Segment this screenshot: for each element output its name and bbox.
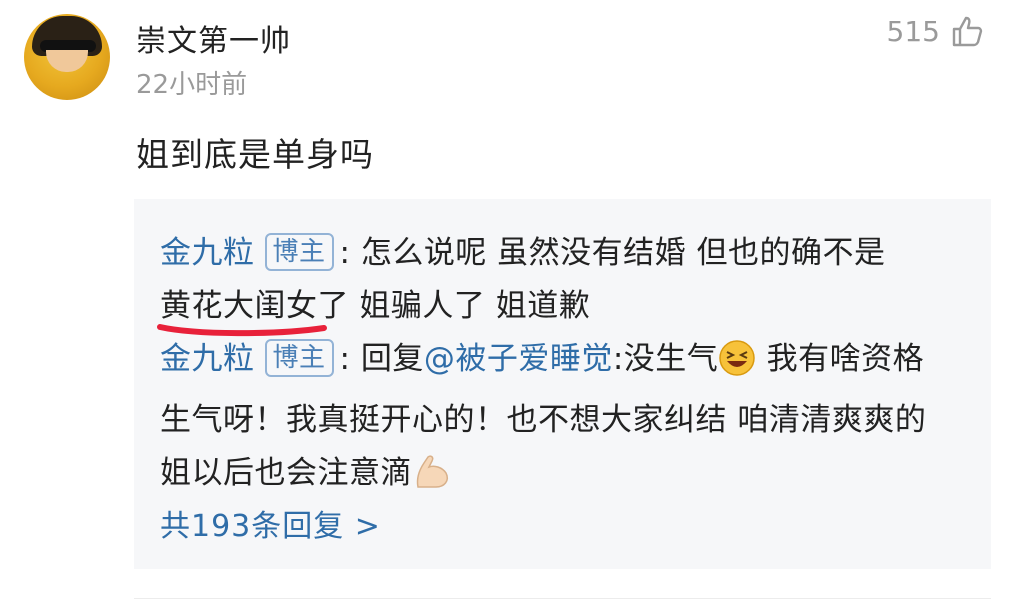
username[interactable]: 崇文第一帅 (136, 16, 291, 60)
reply-separator: : (339, 235, 351, 271)
grinning-squint-emoji (718, 339, 756, 394)
reply-separator: : (339, 341, 351, 377)
author-badge: 博主 (264, 339, 334, 377)
timestamp: 22小时前 (136, 70, 248, 100)
thumbs-up-icon[interactable] (950, 14, 984, 48)
avatar-face (46, 50, 88, 72)
reply-text: :没生气 (612, 341, 719, 377)
author-badge: 博主 (264, 233, 334, 271)
mention-link[interactable]: @被子爱睡觉 (424, 341, 613, 377)
reply-item: 金九粒 博主: 怎么说呢 虽然没有结婚 但也的确不是黄花大闺女了 姐骗人了 姐道歉 (157, 227, 955, 337)
comment-text: 姐到底是单身吗 (136, 135, 374, 174)
highlighted-text-content: 黄花大闺女 (160, 288, 318, 324)
reply-text: 怎么说呢 虽然没有结婚 但也的确不是 (360, 235, 886, 271)
avatar[interactable] (24, 14, 110, 100)
view-more-replies-link[interactable]: 共193条回复 > (160, 501, 381, 545)
reply-prefix: 回复 (360, 341, 424, 377)
divider (134, 598, 991, 599)
reply-author[interactable]: 金九粒 (160, 341, 255, 377)
like-count: 515 (886, 14, 940, 48)
reply-item: 金九粒 博主: 回复@被子爱睡觉:没生气 我有啥资格生气呀！我真挺开心的！也不想大… (160, 333, 955, 508)
reply-text-tail: 了 姐骗人了 姐道歉 (317, 288, 591, 324)
reply-author[interactable]: 金九粒 (160, 235, 255, 271)
flexed-biceps-emoji (412, 453, 452, 508)
highlighted-text: 黄花大闺女 (157, 280, 327, 337)
like-button[interactable]: 515 (887, 14, 984, 48)
reply-box: 金九粒 博主: 怎么说呢 虽然没有结婚 但也的确不是黄花大闺女了 姐骗人了 姐道歉… (134, 199, 991, 569)
